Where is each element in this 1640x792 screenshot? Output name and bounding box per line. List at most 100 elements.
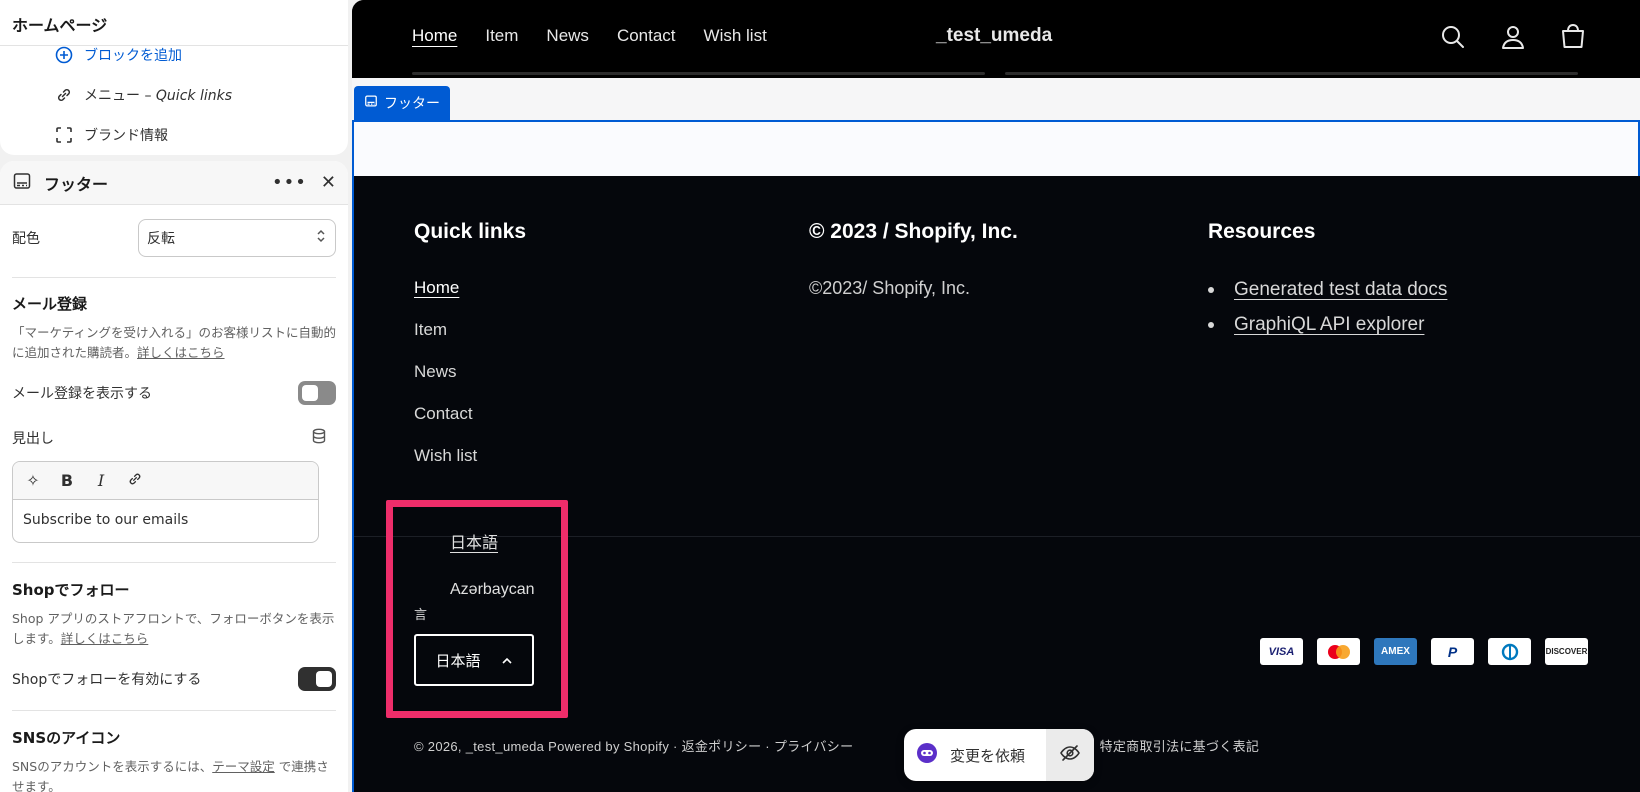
header-underlines — [412, 72, 1596, 76]
footer-section-icon — [12, 171, 32, 195]
list-item: GraphiQL API explorer — [1208, 307, 1447, 342]
header-icons — [1438, 22, 1588, 52]
account-icon[interactable] — [1498, 22, 1528, 52]
store-brand[interactable]: _test_umeda — [936, 25, 1052, 47]
diners-icon — [1488, 638, 1531, 665]
more-options-icon[interactable]: ••• — [272, 172, 307, 193]
heading-row: 見出し — [12, 427, 336, 449]
header-underline — [412, 72, 985, 75]
footer-link-wish-list[interactable]: Wish list — [414, 446, 477, 466]
dynamic-source-icon[interactable] — [310, 427, 328, 449]
discover-icon: DISCOVER — [1545, 638, 1588, 665]
eye-off-icon — [1059, 742, 1081, 768]
close-icon[interactable]: ✕ — [321, 172, 336, 193]
footer-section-tag-label: フッター — [384, 96, 440, 112]
ai-sparkle-icon[interactable]: ✧ — [23, 471, 43, 490]
footer-bottom-bar: © 2026, _test_umeda Powered by Shopify ·… — [414, 736, 1259, 755]
copyright-title: © 2023 / Shopify, Inc. — [809, 220, 1018, 243]
plus-circle-icon — [54, 45, 74, 65]
email-signup-toggle-row: メール登録を表示する — [12, 381, 336, 405]
section-settings-panel: フッター ••• ✕ 配色 反転 メール登録 「マーケティングを受け入れる」のお… — [0, 161, 348, 792]
footer-section-tag[interactable]: フッター — [354, 86, 450, 120]
highlight-box — [386, 500, 568, 718]
selected-section-outline[interactable] — [352, 120, 1640, 176]
assistant-icon — [916, 742, 938, 768]
shop-follow-enable-label: Shopでフォローを有効にする — [12, 672, 202, 688]
email-signup-toggle[interactable] — [298, 381, 336, 405]
selected-section-band — [352, 78, 1640, 176]
heading-label: 見出し — [12, 431, 54, 447]
theme-settings-link[interactable]: テーマ設定 — [212, 759, 275, 774]
section-settings-header: フッター ••• ✕ — [0, 161, 348, 205]
footer-link-item[interactable]: Item — [414, 320, 447, 340]
heading-input[interactable]: Subscribe to our emails — [13, 500, 318, 540]
request-change-label: 変更を依頼 — [950, 746, 1026, 765]
add-block-button[interactable]: ブロックを追加 — [54, 45, 182, 65]
nav-item[interactable]: Item — [485, 26, 518, 46]
nav-news[interactable]: News — [546, 26, 589, 46]
search-icon[interactable] — [1438, 22, 1468, 52]
social-icons-help: SNSのアカウントを表示するには、テーマ設定 で連携させます。 — [12, 757, 336, 792]
store-footer: Quick links Home Item News Contact Wish … — [352, 176, 1640, 792]
footer-link-news[interactable]: News — [414, 362, 457, 382]
rich-text-toolbar: ✧ B I — [13, 462, 318, 500]
color-scheme-value: 反転 — [147, 231, 175, 247]
list-item: Generated test data docs — [1208, 272, 1447, 307]
divider — [12, 562, 336, 563]
paypal-icon: P — [1431, 638, 1474, 665]
social-help-prefix: SNSのアカウントを表示するには、 — [12, 759, 213, 774]
request-change-pill: 変更を依頼 — [904, 729, 1094, 781]
page-title: ホームページ — [0, 0, 348, 46]
tree-item-brand-info-label: ブランド情報 — [84, 128, 168, 144]
nav-home[interactable]: Home — [412, 26, 457, 46]
footer-bottom-text: © 2026, _test_umeda Powered by Shopify ·… — [414, 739, 854, 754]
shop-follow-toggle[interactable] — [298, 667, 336, 691]
bold-icon[interactable]: B — [57, 471, 77, 490]
nav-contact[interactable]: Contact — [617, 26, 676, 46]
footer-link-contact[interactable]: Contact — [414, 404, 473, 424]
request-change-button[interactable]: 変更を依頼 — [904, 729, 1046, 781]
color-scheme-row: 配色 反転 — [12, 219, 336, 257]
shop-follow-learn-more-link[interactable]: 詳しくはこちら — [61, 631, 149, 646]
footer-link-home[interactable]: Home — [414, 278, 459, 298]
email-signup-learn-more-link[interactable]: 詳しくはこちら — [137, 345, 225, 360]
tree-item-menu-label: メニュー – — [84, 88, 156, 104]
social-icons-title: SNSのアイコン — [12, 729, 121, 747]
resources-list: Generated test data docs GraphiQL API ex… — [1208, 272, 1447, 342]
main-nav: Home Item News Contact Wish list — [412, 26, 767, 46]
add-block-label: ブロックを追加 — [84, 48, 182, 64]
quick-links-title: Quick links — [414, 220, 527, 243]
page-tree-panel: ホームページ ブロックを追加 メニュー – Quick links ブランド情報 — [0, 0, 348, 155]
bullet — [1208, 286, 1214, 293]
select-chevron-icon — [315, 228, 327, 248]
mastercard-icon — [1317, 638, 1360, 665]
hide-button[interactable] — [1046, 729, 1094, 781]
footer-section-icon — [364, 94, 378, 112]
divider — [12, 710, 336, 711]
dashed-frame-icon — [54, 125, 74, 145]
shop-follow-title: Shopでフォロー — [12, 581, 130, 599]
copyright-text: ©2023/ Shopify, Inc. — [809, 278, 971, 298]
visa-icon: VISA — [1260, 638, 1303, 665]
link-icon[interactable] — [125, 471, 145, 491]
nav-wish-list[interactable]: Wish list — [704, 26, 767, 46]
header-underline — [1005, 72, 1578, 75]
color-scheme-select[interactable]: 反転 — [138, 219, 336, 257]
cart-icon[interactable] — [1558, 22, 1588, 52]
email-signup-help: 「マーケティングを受け入れる」のお客様リストに自動的に追加された購読者。詳しくは… — [12, 323, 336, 363]
tree-item-brand-info[interactable]: ブランド情報 — [54, 125, 168, 145]
shop-follow-toggle-row: Shopでフォローを有効にする — [12, 667, 336, 691]
color-scheme-label: 配色 — [12, 231, 40, 247]
resources-title: Resources — [1208, 220, 1316, 243]
store-header: Home Item News Contact Wish list _test_u… — [352, 0, 1640, 76]
tree-item-menu[interactable]: メニュー – Quick links — [54, 85, 232, 105]
email-signup-show-label: メール登録を表示する — [12, 386, 152, 402]
email-signup-title: メール登録 — [12, 295, 88, 313]
italic-icon[interactable]: I — [91, 471, 111, 490]
section-name: フッター — [44, 174, 109, 194]
divider — [12, 277, 336, 278]
resource-link-graphiql[interactable]: GraphiQL API explorer — [1234, 314, 1424, 336]
resource-link-docs[interactable]: Generated test data docs — [1234, 279, 1447, 301]
heading-rich-text-editor: ✧ B I Subscribe to our emails — [12, 461, 319, 543]
tree-item-menu-name: Quick links — [155, 88, 232, 104]
